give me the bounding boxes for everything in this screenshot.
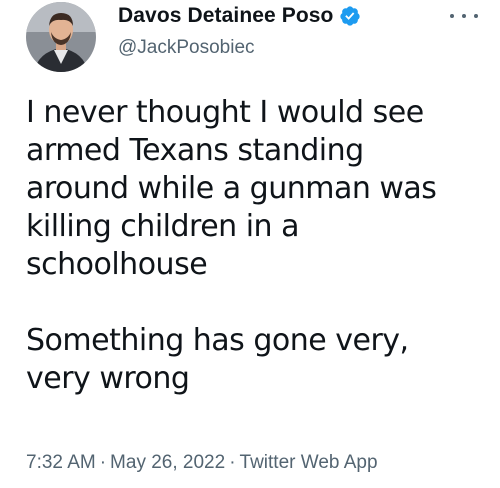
dot-icon bbox=[450, 14, 454, 18]
verified-badge-icon bbox=[339, 5, 361, 27]
separator: · bbox=[229, 452, 236, 473]
tweet-line: very wrong bbox=[26, 361, 190, 396]
tweet-time[interactable]: 7:32 AM bbox=[26, 452, 96, 473]
tweet-source[interactable]: Twitter Web App bbox=[240, 452, 378, 473]
author-handle[interactable]: @JackPosobiec bbox=[118, 37, 255, 59]
tweet-metadata: 7:32 AM · May 26, 2022 · Twitter Web App bbox=[26, 452, 378, 474]
separator: · bbox=[99, 452, 107, 473]
more-options-button[interactable] bbox=[450, 8, 478, 24]
author-name-row: Davos Detainee Poso bbox=[118, 4, 361, 28]
tweet-line: Something has gone very, bbox=[26, 323, 409, 358]
author-display-name[interactable]: Davos Detainee Poso bbox=[118, 4, 333, 28]
tweet-line: killing children in a bbox=[26, 209, 299, 244]
tweet-line: armed Texans standing bbox=[26, 133, 364, 168]
dot-icon bbox=[462, 14, 466, 18]
tweet-card: Davos Detainee Poso @JackPosobiec I neve… bbox=[0, 0, 500, 488]
tweet-date[interactable]: May 26, 2022 bbox=[110, 452, 225, 473]
dot-icon bbox=[474, 14, 478, 18]
tweet-text: I never thought I would see armed Texans… bbox=[26, 94, 486, 398]
tweet-line: I never thought I would see bbox=[26, 95, 424, 130]
tweet-line: schoolhouse bbox=[26, 247, 208, 282]
avatar[interactable] bbox=[26, 2, 96, 72]
avatar-photo-icon bbox=[26, 2, 96, 72]
tweet-line: around while a gunman was bbox=[26, 171, 437, 206]
